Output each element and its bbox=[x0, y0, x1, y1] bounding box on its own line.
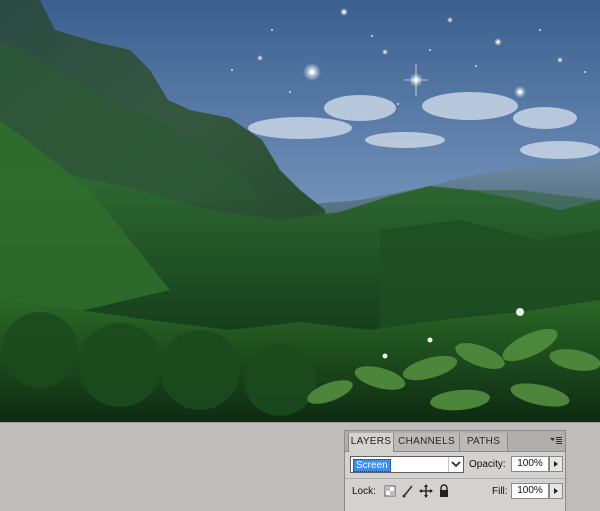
lock-position-icon[interactable] bbox=[419, 484, 433, 498]
opacity-input[interactable]: 100% bbox=[511, 456, 549, 472]
lock-fill-row: Lock: Fill: 100% bbox=[345, 479, 565, 505]
tab-paths[interactable]: PATHS bbox=[460, 433, 508, 451]
panel-menu-icon[interactable] bbox=[550, 436, 562, 446]
fill-slider-arrow[interactable] bbox=[549, 483, 563, 499]
opacity-slider-arrow[interactable] bbox=[549, 456, 563, 472]
landscape-image bbox=[0, 0, 600, 422]
tab-channels[interactable]: CHANNELS bbox=[394, 433, 460, 451]
lock-image-pixels-icon[interactable] bbox=[401, 484, 415, 498]
tab-layers[interactable]: LAYERS bbox=[348, 433, 394, 452]
blend-mode-value: Screen bbox=[353, 459, 391, 472]
layers-panel: LAYERS CHANNELS PATHS Screen Opacity: 10… bbox=[344, 430, 566, 511]
blend-opacity-row: Screen Opacity: 100% bbox=[345, 452, 565, 479]
blend-mode-select[interactable]: Screen bbox=[350, 456, 464, 473]
lock-transparent-pixels-icon[interactable] bbox=[383, 484, 397, 498]
panel-tab-bar: LAYERS CHANNELS PATHS bbox=[345, 431, 565, 452]
fill-label: Fill: bbox=[492, 486, 508, 497]
document-canvas[interactable] bbox=[0, 0, 600, 422]
fill-input[interactable]: 100% bbox=[511, 483, 549, 499]
lock-label: Lock: bbox=[352, 486, 376, 497]
chevron-down-icon[interactable] bbox=[448, 457, 463, 472]
opacity-label: Opacity: bbox=[469, 459, 506, 470]
lock-all-icon[interactable] bbox=[437, 484, 451, 498]
